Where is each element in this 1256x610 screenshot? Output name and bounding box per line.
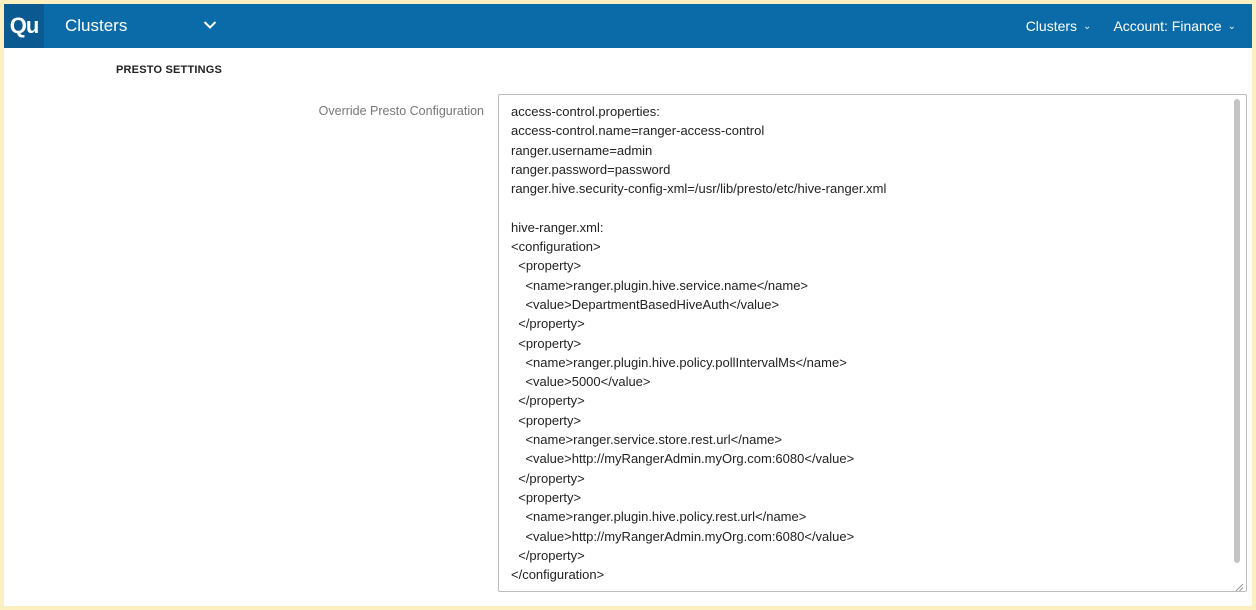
resize-handle-icon[interactable] [1234, 579, 1244, 591]
config-line: ranger.hive.security-config-xml=/usr/lib… [511, 181, 887, 197]
app-frame: Qu Clusters Clusters ⌄ Account: Finance … [4, 4, 1252, 606]
override-presto-configuration-label: Override Presto Configuration [318, 104, 484, 118]
config-line: <property> [511, 335, 582, 351]
config-line: access-control.name=ranger-access-contro… [511, 123, 765, 139]
config-line: ranger.password=password [511, 161, 671, 177]
chevron-down-icon: ⌄ [1227, 20, 1236, 32]
config-line: hive-ranger.xml: [511, 219, 604, 235]
config-line: <name>ranger.service.store.rest.url</nam… [511, 432, 782, 448]
config-line: </property> [511, 470, 585, 486]
configuration-text[interactable]: access-control.properties: access-control… [511, 102, 1222, 584]
app-title: Clusters [65, 16, 128, 35]
config-line: ranger.username=admin [511, 142, 653, 158]
top-nav-menu: Clusters ⌄ Account: Finance ⌄ [1026, 4, 1236, 48]
config-line: </property> [511, 316, 585, 332]
config-line: <value>http://myRangerAdmin.myOrg.com:60… [511, 528, 855, 544]
config-line: <property> [511, 258, 582, 274]
clusters-menu-label: Clusters [1025, 18, 1078, 34]
qubole-logo[interactable]: Qu [4, 4, 44, 48]
clusters-menu[interactable]: Clusters ⌄ [1026, 18, 1092, 34]
config-line: access-control.properties: [511, 104, 660, 119]
config-line: <name>ranger.plugin.hive.policy.pollInte… [511, 354, 847, 370]
config-line: <value>DepartmentBasedHiveAuth</value> [511, 296, 780, 312]
app-switcher-chevron-down-icon[interactable] [200, 15, 220, 35]
config-line: <value>5000</value> [511, 374, 651, 390]
config-line: <name>ranger.plugin.hive.service.name</n… [511, 277, 809, 293]
config-line: <property> [511, 489, 582, 505]
config-line: <value>http://myRangerAdmin.myOrg.com:60… [511, 451, 855, 467]
override-presto-configuration-textarea[interactable]: access-control.properties: access-control… [498, 94, 1247, 592]
account-menu-label: Account: Finance [1113, 18, 1222, 34]
top-navigation-bar: Qu Clusters Clusters ⌄ Account: Finance … [4, 4, 1252, 48]
account-menu[interactable]: Account: Finance ⌄ [1113, 18, 1236, 34]
chevron-down-icon: ⌄ [1083, 20, 1092, 32]
config-line [511, 198, 1222, 217]
config-line: <property> [511, 412, 582, 428]
config-line: </property> [511, 547, 585, 563]
config-line: <configuration> [511, 239, 601, 255]
config-line: <name>ranger.plugin.hive.policy.rest.url… [511, 509, 807, 525]
config-line: </configuration> [511, 567, 605, 583]
config-line: </property> [511, 393, 585, 409]
section-heading: PRESTO SETTINGS [116, 64, 223, 76]
textarea-scrollbar[interactable] [1234, 99, 1240, 563]
